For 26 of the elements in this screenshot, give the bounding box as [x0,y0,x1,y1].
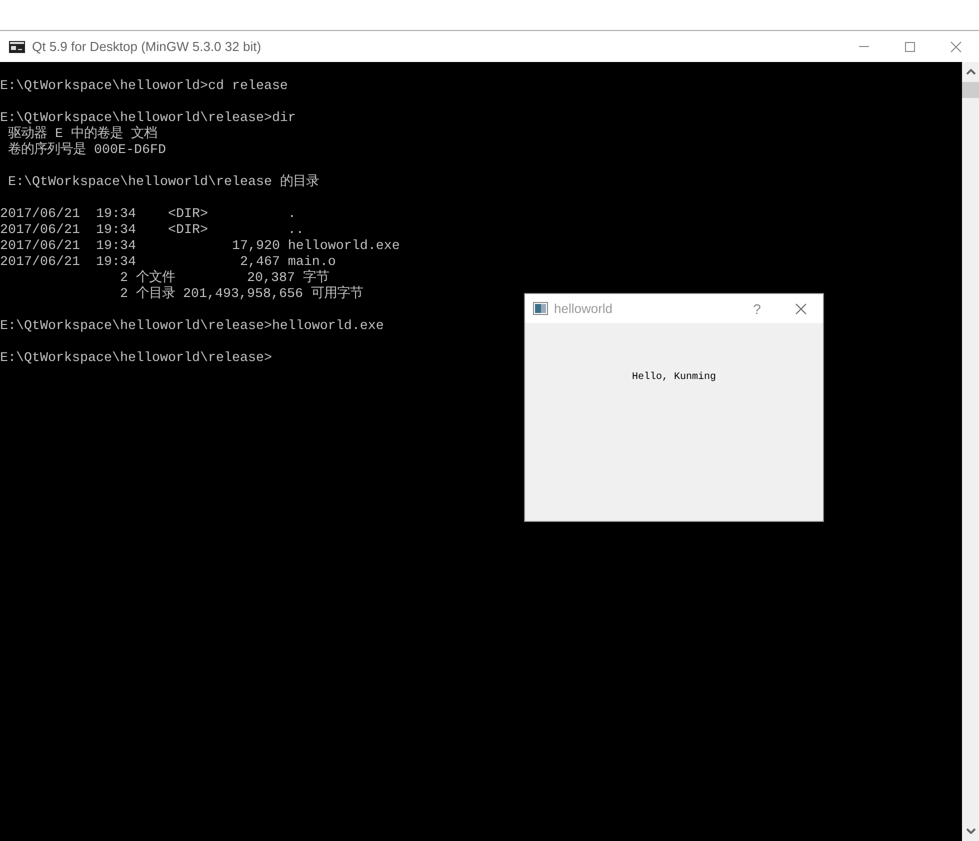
scrollbar-thumb[interactable] [962,82,979,98]
console-icon [9,40,25,52]
console-line: E:\QtWorkspace\helloworld\release>helloworld.exe [0,319,385,335]
scroll-down-icon[interactable] [966,828,976,834]
close-icon [950,40,962,52]
window-icon [533,302,548,315]
console-line: 2017/06/21 19:34 17,920 helloworld.exe [0,239,401,255]
label-text: Hello, Kunming [630,372,716,383]
minimize-icon [859,46,869,47]
close-icon [795,302,807,314]
console-line: E:\QtWorkspace\helloworld\release> [0,351,273,367]
console-line: E:\QtWorkspace\helloworld>cd release [0,79,289,95]
scroll-up-icon[interactable] [966,69,976,75]
scrollbar[interactable] [962,62,979,841]
console-line: E:\QtWorkspace\helloworld\release>dir [0,111,297,126]
console-line: 2 个文件 20,387 字节 [118,271,330,286]
maximize-icon [904,40,916,52]
console-line: 2 个目录 201,493,958,656 可用字节 [118,287,364,303]
console-line: 驱动器 E 中的卷是 文档 [6,127,158,142]
console-line: 2017/06/21 19:34 2,467 main.o [0,255,337,270]
console-line: E:\QtWorkspace\helloworld\release 的目录 [6,175,320,191]
window-title: Qt 5.9 for Desktop (MinGW 5.3.0 32 bit) [32,39,262,54]
window-title: helloworld [554,301,613,316]
console-line: 2017/06/21 19:34 <DIR> .. [0,223,305,239]
console-line: 卷的序列号是 000E-D6FD [6,143,167,159]
console-line: 2017/06/21 19:34 <DIR> . [0,207,297,223]
